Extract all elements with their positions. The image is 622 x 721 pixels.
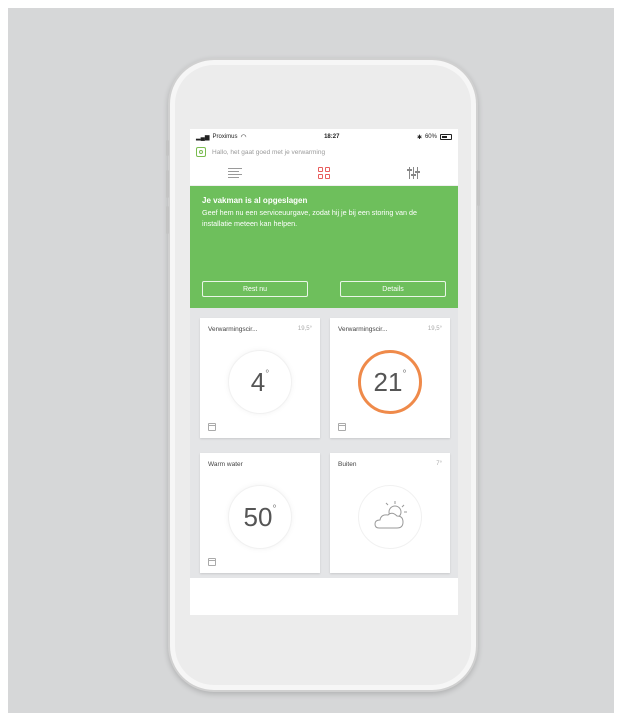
battery-percentage: 60% [424,134,437,140]
partly-cloudy-icon [374,501,407,529]
dashboard-button[interactable] [304,162,344,184]
banner-title: Je vakman is al opgeslagen [202,196,308,205]
tile-heating-circuit-2[interactable]: Verwarmingscir... 19,5° 21° [330,318,450,438]
weather-dial [358,485,422,549]
greeting-row: Hallo, het gaat goed met je verwarming [190,145,458,161]
tile-name: Warm water [208,461,243,468]
status-ok-icon [196,147,206,157]
volume-down-button [166,206,169,234]
tile-outside[interactable]: Buiten 7° [330,453,450,573]
carrier-label: Proximus [212,134,238,140]
tile-warm-water[interactable]: Warm water 50° [200,453,320,573]
battery-icon [439,134,452,140]
wifi-icon: ◠ [240,134,247,141]
installer-banner: Je vakman is al opgeslagen Geef hem nu e… [190,186,458,308]
tile-grid: Verwarmingscir... 19,5° 4° Verwarmingsci… [190,308,458,578]
dial-value: 50° [243,501,277,532]
silent-switch [166,140,169,156]
app-screen: ▂▄▆ Proximus ◠ 18:27 ✱ 60% Hallo, het ga… [190,129,458,615]
tile-room-temp: 19,5° [297,326,312,332]
temperature-dial-active[interactable]: 21° [358,350,422,414]
bluetooth-icon: ✱ [416,134,422,141]
details-button[interactable]: Details [340,281,446,297]
greeting-text: Hallo, het gaat goed met je verwarming [212,148,326,156]
clock: 18:27 [324,134,340,140]
volume-up-button [166,170,169,198]
background-frame: ▂▄▆ Proximus ◠ 18:27 ✱ 60% Hallo, het ga… [8,8,614,713]
banner-text: Geef hem nu een serviceuurgave, zodat hi… [202,208,417,228]
tile-name: Verwarmingscir... [208,326,258,333]
grid-icon [317,167,330,179]
schedule-icon[interactable] [338,423,346,431]
dial-value: 4° [250,366,270,397]
dial-value: 21° [373,366,407,397]
status-bar: ▂▄▆ Proximus ◠ 18:27 ✱ 60% [190,129,458,145]
settings-button[interactable] [393,162,433,184]
phone-frame: ▂▄▆ Proximus ◠ 18:27 ✱ 60% Hallo, het ga… [166,58,480,692]
nav-bar [190,161,458,186]
tile-outside-temp: 7° [436,461,442,467]
temperature-dial[interactable]: 4° [228,350,292,414]
hamburger-icon [227,168,242,178]
tile-room-temp: 19,5° [427,326,442,332]
tile-name: Verwarmingscir... [338,326,388,333]
power-button [477,170,480,206]
tile-heating-circuit-1[interactable]: Verwarmingscir... 19,5° 4° [200,318,320,438]
banner-actions: Rest nu Details [202,281,446,297]
rest-now-button[interactable]: Rest nu [202,281,308,297]
temperature-dial[interactable]: 50° [228,485,292,549]
schedule-icon[interactable] [208,423,216,431]
menu-button[interactable] [215,162,255,184]
signal-icon: ▂▄▆ [196,134,210,141]
schedule-icon[interactable] [208,558,216,566]
tile-name: Buiten [338,461,357,468]
sliders-icon [406,167,420,179]
